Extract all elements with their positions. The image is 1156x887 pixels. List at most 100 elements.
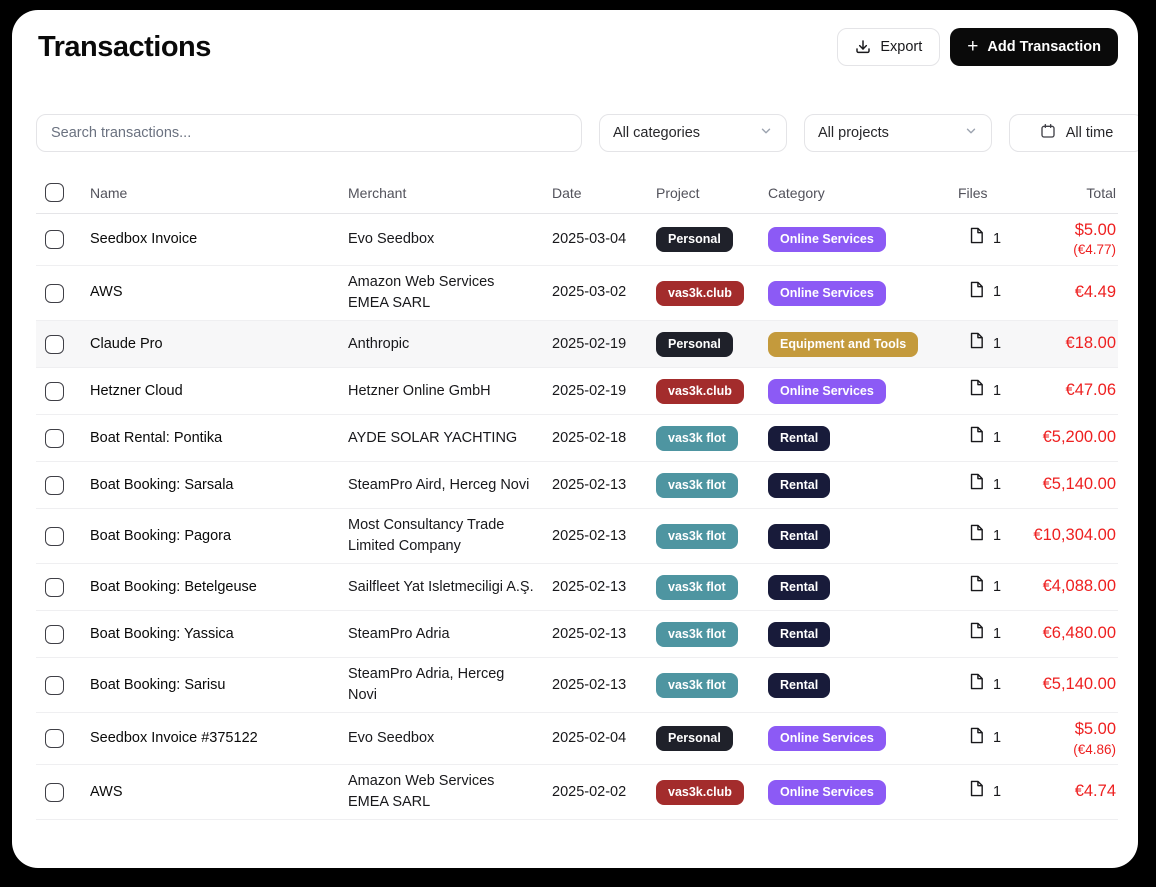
total-converted: (€4.86) — [1020, 741, 1116, 759]
table-row[interactable]: Boat Booking: Yassica SteamPro Adria 202… — [36, 611, 1118, 658]
total-amount: €5,140.00 — [1020, 474, 1116, 495]
files-cell: 1 — [958, 332, 1020, 356]
files-cell: 1 — [958, 281, 1020, 305]
files-cell: 1 — [958, 426, 1020, 450]
table-row[interactable]: Boat Booking: Pagora Most Consultancy Tr… — [36, 509, 1118, 564]
files-cell: 1 — [958, 524, 1020, 548]
file-icon — [969, 379, 984, 403]
total-amount: €47.06 — [1020, 380, 1116, 401]
row-checkbox[interactable] — [45, 729, 64, 748]
transaction-name: Seedbox Invoice #375122 — [90, 728, 348, 749]
total-cell: €4,088.00 — [1020, 576, 1118, 597]
transaction-merchant: AYDE SOLAR YACHTING — [348, 428, 552, 449]
transaction-merchant: Most Consultancy Trade Limited Company — [348, 515, 552, 557]
row-checkbox[interactable] — [45, 625, 64, 644]
files-count: 1 — [993, 675, 1001, 696]
files-cell: 1 — [958, 780, 1020, 804]
transaction-date: 2025-03-02 — [552, 282, 656, 303]
add-transaction-button[interactable]: + Add Transaction — [950, 28, 1118, 66]
category-badge: Rental — [768, 524, 830, 549]
table-row[interactable]: Seedbox Invoice #375122 Evo Seedbox 2025… — [36, 713, 1118, 765]
category-badge: Rental — [768, 673, 830, 698]
page-title: Transactions — [38, 31, 211, 64]
search-input[interactable] — [51, 125, 567, 141]
files-cell: 1 — [958, 727, 1020, 751]
total-amount: €6,480.00 — [1020, 623, 1116, 644]
transaction-date: 2025-02-04 — [552, 728, 656, 749]
table-row[interactable]: Hetzner Cloud Hetzner Online GmbH 2025-0… — [36, 368, 1118, 415]
header-actions: Export + Add Transaction — [837, 28, 1118, 66]
table-row[interactable]: Boat Booking: Sarsala SteamPro Aird, Her… — [36, 462, 1118, 509]
files-cell: 1 — [958, 575, 1020, 599]
transaction-name: Boat Booking: Yassica — [90, 624, 348, 645]
total-cell: €5,200.00 — [1020, 427, 1118, 448]
files-cell: 1 — [958, 473, 1020, 497]
row-checkbox[interactable] — [45, 676, 64, 695]
projects-filter[interactable]: All projects — [804, 114, 992, 152]
file-icon — [969, 426, 984, 450]
transactions-page: Transactions Export + Add Transaction Al… — [12, 10, 1138, 868]
time-filter[interactable]: All time — [1009, 114, 1138, 152]
row-checkbox[interactable] — [45, 783, 64, 802]
project-badge: vas3k.club — [656, 780, 744, 805]
row-checkbox[interactable] — [45, 382, 64, 401]
column-header-name: Name — [90, 185, 348, 201]
files-cell: 1 — [958, 622, 1020, 646]
total-amount: €4,088.00 — [1020, 576, 1116, 597]
table-row[interactable]: Seedbox Invoice Evo Seedbox 2025-03-04 P… — [36, 214, 1118, 266]
column-header-total: Total — [1020, 185, 1118, 201]
transaction-merchant: Sailfleet Yat Isletmeciligi A.Ş. — [348, 577, 552, 598]
files-count: 1 — [993, 229, 1001, 250]
project-badge: vas3k flot — [656, 673, 738, 698]
row-checkbox[interactable] — [45, 429, 64, 448]
row-checkbox[interactable] — [45, 284, 64, 303]
file-icon — [969, 575, 984, 599]
project-badge: vas3k flot — [656, 524, 738, 549]
project-badge: vas3k flot — [656, 622, 738, 647]
export-button[interactable]: Export — [837, 28, 940, 66]
file-icon — [969, 332, 984, 356]
table-row[interactable]: Claude Pro Anthropic 2025-02-19 Personal… — [36, 321, 1118, 368]
download-icon — [855, 39, 871, 55]
total-cell: €47.06 — [1020, 380, 1118, 401]
table-row[interactable]: Boat Booking: Betelgeuse Sailfleet Yat I… — [36, 564, 1118, 611]
files-count: 1 — [993, 577, 1001, 598]
table-row[interactable]: Boat Rental: Pontika AYDE SOLAR YACHTING… — [36, 415, 1118, 462]
transaction-date: 2025-02-13 — [552, 475, 656, 496]
chevron-down-icon — [964, 124, 978, 142]
transaction-merchant: SteamPro Adria — [348, 624, 552, 645]
total-cell: €10,304.00 — [1020, 525, 1118, 546]
calendar-icon — [1040, 123, 1056, 143]
file-icon — [969, 780, 984, 804]
total-amount: €10,304.00 — [1020, 525, 1116, 546]
row-checkbox[interactable] — [45, 527, 64, 546]
table-row[interactable]: Boat Booking: Sarisu SteamPro Adria, Her… — [36, 658, 1118, 713]
total-cell: €6,480.00 — [1020, 623, 1118, 644]
project-badge: Personal — [656, 332, 733, 357]
transaction-date: 2025-03-04 — [552, 229, 656, 250]
column-header-date: Date — [552, 185, 656, 201]
row-checkbox[interactable] — [45, 476, 64, 495]
transaction-merchant: Anthropic — [348, 334, 552, 355]
transaction-merchant: SteamPro Adria, Herceg Novi — [348, 664, 552, 706]
plus-icon: + — [967, 37, 978, 56]
row-checkbox[interactable] — [45, 230, 64, 249]
transaction-name: Boat Booking: Sarsala — [90, 475, 348, 496]
file-icon — [969, 281, 984, 305]
total-cell: $5.00 (€4.86) — [1020, 719, 1118, 758]
table-header: Name Merchant Date Project Category File… — [36, 172, 1118, 214]
table-row[interactable]: AWS Amazon Web Services EMEA SARL 2025-0… — [36, 765, 1118, 820]
categories-filter-value: All categories — [613, 125, 700, 141]
row-checkbox[interactable] — [45, 578, 64, 597]
transaction-date: 2025-02-13 — [552, 577, 656, 598]
search-box — [36, 114, 582, 152]
transaction-date: 2025-02-13 — [552, 675, 656, 696]
chevron-down-icon — [759, 124, 773, 142]
row-checkbox[interactable] — [45, 335, 64, 354]
category-badge: Online Services — [768, 726, 886, 751]
categories-filter[interactable]: All categories — [599, 114, 787, 152]
table-row[interactable]: AWS Amazon Web Services EMEA SARL 2025-0… — [36, 266, 1118, 321]
select-all-checkbox[interactable] — [45, 183, 64, 202]
total-cell: €4.74 — [1020, 781, 1118, 802]
column-header-project: Project — [656, 185, 768, 201]
